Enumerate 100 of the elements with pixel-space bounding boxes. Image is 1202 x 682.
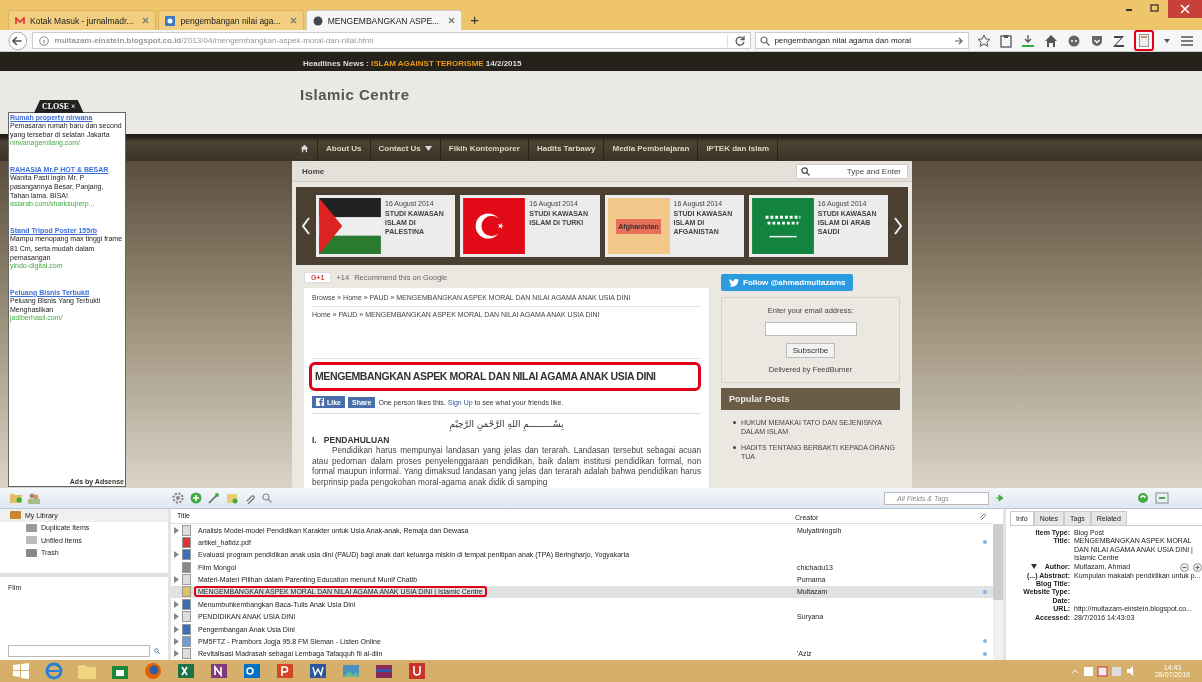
bullet-icon [733, 421, 736, 424]
windows-start-icon[interactable] [12, 662, 30, 680]
popular-posts-title: Popular Posts [729, 394, 790, 404]
bullet-icon [733, 446, 736, 450]
item-type-icon [182, 561, 191, 573]
browser-tab[interactable]: MENGEMBANGKAN ASPE... [305, 10, 463, 30]
section-heading: I. PENDAHULUAN [312, 435, 391, 445]
item-type-icon [182, 536, 191, 548]
close-tab-icon[interactable] [448, 17, 456, 24]
document-icon[interactable] [309, 662, 327, 680]
new-folder-icon[interactable] [10, 493, 22, 503]
home-link[interactable]: Home [296, 166, 325, 176]
reader-icon[interactable] [408, 662, 426, 680]
flag-drawing [319, 198, 381, 254]
menu-icon[interactable] [1180, 34, 1194, 47]
back-button[interactable] [8, 30, 28, 51]
site-search-field[interactable]: Type and Enter [796, 163, 908, 179]
expand-arrow-icon[interactable] [173, 637, 179, 645]
chat-icon[interactable] [1067, 33, 1081, 48]
folder-icon [26, 547, 37, 558]
arrow-icon[interactable] [954, 35, 964, 46]
expand-arrow-icon[interactable] [173, 576, 179, 584]
facebook-icon [316, 398, 324, 406]
group-icon[interactable] [28, 492, 40, 504]
article-title: MENGEMBANGKAN ASPEK MORAL DAN NILAI AGAMA ANAK USIA DINI [315, 369, 657, 384]
close-tab-icon[interactable] [289, 17, 297, 24]
mail-icon [15, 16, 25, 25]
expand-arrow-icon[interactable] [173, 551, 179, 559]
new-tab-button[interactable]: + [464, 11, 485, 30]
search-field[interactable]: pengembangan nilai agama dan moral [755, 32, 969, 49]
gear-icon[interactable] [172, 492, 184, 504]
notebook-icon[interactable] [210, 662, 228, 680]
browser-tab[interactable]: Kotak Masuk - jurnalmadr... [8, 10, 157, 30]
url-text: multazam-einstein.blogspot.co.id/2013/04/mengembangkan-aspek-moral-dan-nilai.html [54, 36, 375, 45]
home-icon[interactable] [1044, 33, 1058, 48]
download-icon[interactable] [1021, 33, 1035, 48]
caret-icon [424, 146, 432, 152]
close-window-icon[interactable] [1168, 0, 1202, 18]
wand-icon[interactable] [208, 492, 220, 504]
email-field[interactable] [764, 322, 857, 336]
item-type-icon [182, 611, 191, 623]
home-icon [300, 144, 309, 154]
globe-icon [312, 15, 323, 26]
item-type-icon [182, 586, 191, 598]
item-type-icon [182, 549, 191, 561]
item-type-icon [182, 598, 191, 610]
article-paragraph: Pendidikan harus mempunyai landasan yang jelas dan terarah. Landasan tersebut sebagai acuan atau pedornan dalam proses penyelenggaraan pendidikan, baik dalam institusi pendidikan formal, non formal maupun informal. Yang dimaksud landasan yang jelas dan terarah adalah bahwa pendidikan harus berprinsip pada pengokohan moral-agama anak didik di samping [312, 446, 701, 488]
arrow-icon[interactable] [995, 493, 1005, 503]
site-title[interactable]: Islamic Centre [300, 85, 410, 103]
search-icon[interactable] [154, 646, 160, 656]
scrollbar[interactable] [993, 509, 1006, 660]
minus-icon[interactable] [1180, 562, 1189, 572]
folder-icon [10, 510, 21, 521]
bird-icon [729, 278, 739, 287]
slides-icon[interactable] [276, 662, 294, 680]
item-type-icon [182, 635, 191, 647]
caret-icon[interactable] [1163, 37, 1171, 44]
browser-tab[interactable]: pengembangan nilai aga... [158, 10, 304, 30]
expand-arrow-icon[interactable] [173, 650, 179, 658]
expand-arrow-icon[interactable] [173, 600, 179, 608]
headline-news: Headlines News : ISLAM AGAINST TERORISME 14/2/2015 [302, 59, 522, 69]
reload-icon[interactable] [727, 34, 747, 47]
paperclip-icon [978, 511, 987, 521]
paperclip-icon[interactable] [244, 492, 256, 504]
folder-icon [26, 522, 37, 533]
item-type-icon [182, 648, 191, 660]
page-icon [165, 15, 176, 26]
subscribe-button[interactable]: Subscribe [785, 343, 836, 358]
search-icon [801, 166, 810, 176]
spreadsheet-icon[interactable] [177, 662, 195, 680]
tag-filter-field[interactable] [8, 645, 150, 657]
expand-arrow-icon[interactable] [173, 625, 179, 633]
zotero-z-icon[interactable] [1113, 33, 1125, 48]
browser-icon[interactable] [45, 662, 63, 680]
basmala-text: بِسْـــــــــمِ اللهِ الرَّحْمَنِ الرَّحِيْمِ [448, 419, 565, 429]
caret-icon[interactable] [1030, 564, 1037, 570]
archive-icon[interactable] [375, 662, 393, 680]
plus-icon[interactable] [1193, 562, 1202, 572]
fullscreen-icon[interactable] [1155, 492, 1169, 504]
item-type-icon [182, 623, 191, 635]
save-page-button[interactable] [1134, 30, 1154, 51]
flag-drawing [751, 198, 814, 254]
info-icon [38, 35, 49, 46]
expand-arrow-icon[interactable] [173, 613, 179, 621]
firefox-icon[interactable] [144, 662, 162, 680]
add-item-icon[interactable] [190, 492, 202, 504]
note-icon[interactable] [226, 492, 238, 504]
bookmark-star-icon[interactable] [977, 33, 991, 48]
mail-app-icon[interactable] [243, 662, 261, 680]
expand-arrow-icon[interactable] [173, 526, 179, 534]
headline-link[interactable]: ISLAM AGAINST TERORISME [371, 59, 484, 69]
search-icon[interactable] [262, 493, 272, 503]
close-tab-icon[interactable] [142, 17, 150, 24]
sync-icon[interactable] [1137, 492, 1149, 504]
item-type-icon [182, 574, 191, 586]
folder-icon [26, 535, 37, 546]
flag-drawing [463, 198, 526, 254]
clipboard-icon[interactable] [1000, 33, 1012, 48]
search-icon [760, 35, 771, 46]
pocket-icon[interactable] [1090, 33, 1104, 48]
